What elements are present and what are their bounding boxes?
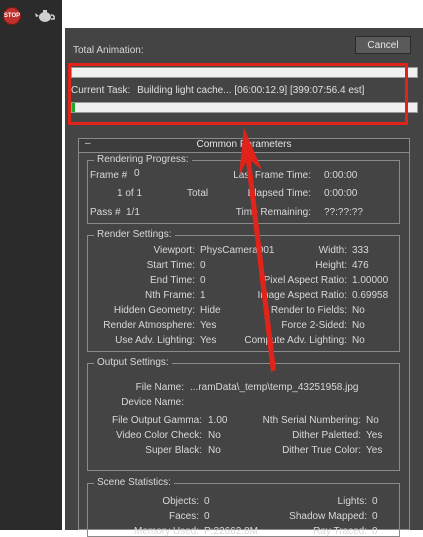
memory-used-value: P:22662.8M <box>204 526 258 537</box>
rendering-progress-title: Rendering Progress: <box>94 154 192 165</box>
lights-value: 0 <box>372 496 378 507</box>
nth-frame-value: 1 <box>200 290 206 301</box>
ray-traced-value: 0 <box>372 526 378 537</box>
image-aspect-ratio-value: 0.69958 <box>352 290 389 301</box>
output-settings-group: Output Settings: File Name: ...ramData\_… <box>87 357 400 471</box>
start-time-value: 0 <box>200 260 206 271</box>
last-frame-time-value: 0:00:00 <box>324 170 358 181</box>
cancel-button[interactable]: Cancel <box>355 36 411 54</box>
width-value: 333 <box>352 245 369 256</box>
dither-paletted-value: Yes <box>366 430 383 441</box>
hidden-geometry-label: Hidden Geometry: <box>113 305 195 316</box>
height-label: Height: <box>315 260 347 271</box>
pixel-aspect-ratio-value: 1.00000 <box>352 275 389 286</box>
pass-value: 1/1 <box>126 207 140 218</box>
dither-paletted-label: Dither Paletted: <box>292 430 361 441</box>
rendering-progress-group: Rendering Progress: Frame # 0 1 of 1 Tot… <box>87 154 400 224</box>
viewport-value: PhysCamera001 <box>200 245 275 256</box>
use-adv-lighting-value: Yes <box>200 335 217 346</box>
lights-label: Lights: <box>337 496 367 507</box>
time-remaining-label: Time Remaining: <box>235 207 311 218</box>
end-time-value: 0 <box>200 275 206 286</box>
pixel-aspect-ratio-label: Pixel Aspect Ratio: <box>263 275 347 286</box>
nth-serial-numbering-value: No <box>366 415 379 426</box>
file-output-gamma-value: 1.00 <box>208 415 228 426</box>
shadow-mapped-label: Shadow Mapped: <box>289 511 367 522</box>
height-value: 476 <box>352 260 369 271</box>
total-animation-label: Total Animation: <box>73 45 144 56</box>
nth-frame-label: Nth Frame: <box>144 290 195 301</box>
output-settings-title: Output Settings: <box>94 357 172 368</box>
file-name-label: File Name: <box>135 382 184 393</box>
objects-label: Objects: <box>162 496 199 507</box>
render-settings-title: Render Settings: <box>94 229 175 240</box>
width-label: Width: <box>318 245 347 256</box>
force-2-sided-label: Force 2-Sided: <box>281 320 347 331</box>
hidden-geometry-value: Hide <box>200 305 221 316</box>
start-time-label: Start Time: <box>146 260 195 271</box>
compute-adv-lighting-value: No <box>352 335 365 346</box>
end-time-label: End Time: <box>149 275 195 286</box>
video-color-check-value: No <box>208 430 221 441</box>
render-to-fields-value: No <box>352 305 365 316</box>
rollout-title: Common Parameters <box>196 139 292 150</box>
elapsed-time-label: Elapsed Time: <box>247 188 311 199</box>
objects-value: 0 <box>204 496 210 507</box>
render-settings-group: Render Settings: Viewport: PhysCamera001… <box>87 229 400 352</box>
common-parameters-rollout: – Common Parameters Rendering Progress: … <box>78 138 410 537</box>
rollout-header[interactable]: – Common Parameters <box>79 138 409 153</box>
shadow-mapped-value: 0 <box>372 511 378 522</box>
video-color-check-label: Video Color Check: <box>116 430 202 441</box>
frame-value: 0 <box>134 168 140 179</box>
highlight-box <box>68 63 408 125</box>
super-black-label: Super Black: <box>145 445 202 456</box>
render-atmosphere-label: Render Atmosphere: <box>103 320 195 331</box>
last-frame-time-label: Last Frame Time: <box>233 170 311 181</box>
total-label: Total <box>187 188 209 199</box>
stop-icon[interactable]: STOP <box>3 7 21 25</box>
frame-of-total: 1 of 1 <box>117 188 143 199</box>
time-remaining-value: ??:??:?? <box>324 207 363 218</box>
force-2-sided-value: No <box>352 320 365 331</box>
teapot-icon[interactable] <box>34 9 56 23</box>
frame-label: Frame # <box>90 170 128 181</box>
dither-true-color-label: Dither True Color: <box>282 445 361 456</box>
scene-statistics-title: Scene Statistics: <box>94 477 174 488</box>
elapsed-time-value: 0:00:00 <box>324 188 358 199</box>
faces-value: 0 <box>204 511 210 522</box>
file-output-gamma-label: File Output Gamma: <box>111 415 202 426</box>
super-black-value: No <box>208 445 221 456</box>
pass-label: Pass # <box>90 207 121 218</box>
render-to-fields-label: Render to Fields: <box>270 305 347 316</box>
file-name-value: ...ramData\_temp\temp_43251958.jpg <box>190 382 359 393</box>
viewport-label: Viewport: <box>153 245 195 256</box>
memory-used-label: Memory Used: <box>133 526 199 537</box>
image-aspect-ratio-label: Image Aspect Ratio: <box>257 290 348 301</box>
use-adv-lighting-label: Use Adv. Lighting: <box>115 335 195 346</box>
left-toolbar: STOP <box>0 0 62 530</box>
scene-statistics-group: Scene Statistics: Objects: 0 Faces: 0 Me… <box>87 477 400 537</box>
faces-label: Faces: <box>168 511 199 522</box>
device-name-label: Device Name: <box>121 397 184 408</box>
nth-serial-numbering-label: Nth Serial Numbering: <box>262 415 361 426</box>
compute-adv-lighting-label: Compute Adv. Lighting: <box>244 335 347 346</box>
dither-true-color-value: Yes <box>366 445 383 456</box>
ray-traced-label: Ray Traced: <box>313 526 367 537</box>
render-atmosphere-value: Yes <box>200 320 217 331</box>
